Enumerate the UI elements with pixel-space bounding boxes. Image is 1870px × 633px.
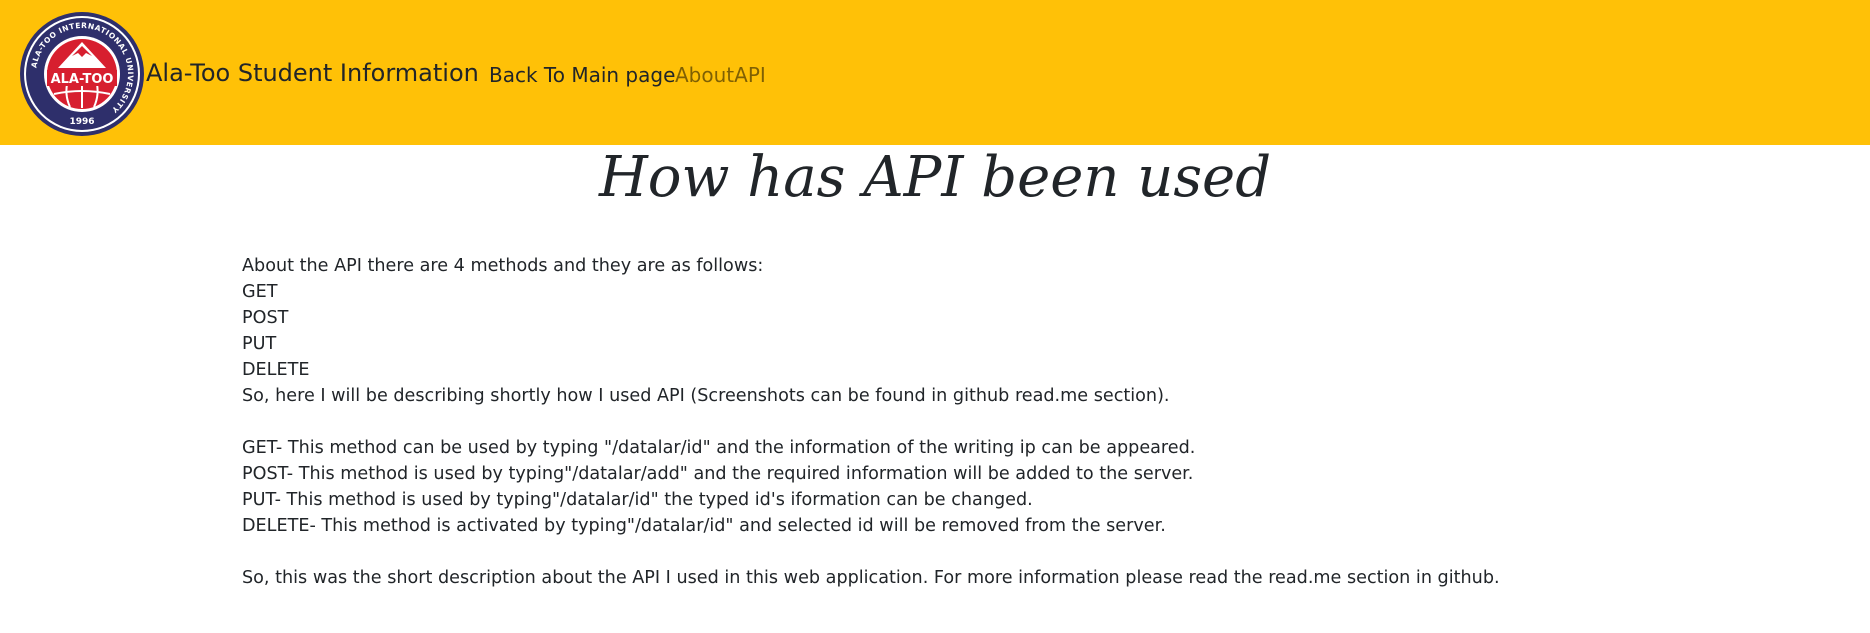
closing-text: So, this was the short description about… [242, 568, 1500, 588]
navbar: ALA-TOO ALA-TOO INTERNATIONAL UNIVERSITY… [0, 0, 1870, 145]
logo-year-text: 1996 [69, 117, 94, 127]
university-logo-icon[interactable]: ALA-TOO ALA-TOO INTERNATIONAL UNIVERSITY… [18, 10, 146, 138]
nav-link-about-api[interactable]: AboutAPI [675, 62, 766, 88]
nav-link-back-to-main[interactable]: Back To Main page [489, 62, 675, 88]
detail-delete: DELETE- This method is activated by typi… [242, 516, 1166, 536]
method-post: POST [242, 308, 289, 328]
intro-text: About the API there are 4 methods and th… [242, 256, 764, 276]
detail-put: PUT- This method is used by typing"/data… [242, 490, 1033, 510]
method-delete: DELETE [242, 360, 310, 380]
describing-text: So, here I will be describing shortly ho… [242, 386, 1170, 406]
detail-post: POST- This method is used by typing"/dat… [242, 464, 1194, 484]
method-put: PUT [242, 334, 277, 354]
navbar-brand[interactable]: Ala-Too Student Information [146, 58, 479, 88]
logo-center-text: ALA-TOO [51, 72, 114, 87]
method-get: GET [242, 282, 278, 302]
page-title: How has API been used [598, 145, 1272, 210]
api-description: About the API there are 4 methods and th… [242, 253, 1842, 591]
detail-get: GET- This method can be used by typing "… [242, 438, 1196, 458]
